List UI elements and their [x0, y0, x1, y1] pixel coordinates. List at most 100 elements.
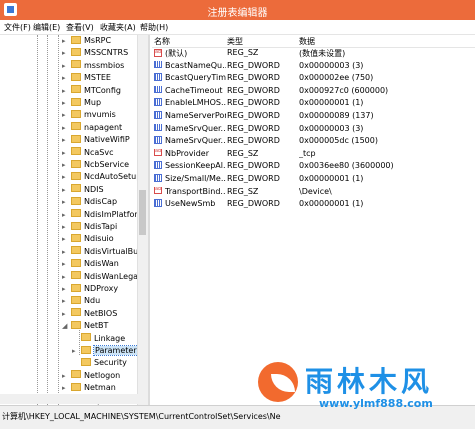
value-row[interactable]: EnableLMHOS... REG_DWORD 0x00000001 (1) — [152, 97, 475, 109]
tree-node[interactable]: ▸ NativeWifiP — [62, 134, 130, 147]
value-row[interactable]: CacheTimeout REG_DWORD 0x000927c0 (600000) — [152, 85, 475, 97]
value-row[interactable]: Size/Small/Me... REG_DWORD 0x00000001 (1) — [152, 173, 475, 185]
tree-node[interactable]: ▸ NdisCap — [62, 196, 117, 209]
value-name-cell: NbProvider — [154, 148, 226, 158]
tree-expander-icon[interactable]: ▸ — [62, 124, 71, 132]
pane-splitter[interactable] — [148, 35, 150, 405]
tree-node[interactable]: ▸ Netlogon — [62, 370, 120, 383]
tree-expander-icon[interactable]: ▸ — [62, 161, 71, 169]
registry-key-tree[interactable]: ▸ MsRPC ▸ MSSCNTRS ▸ mssmbios ▸ MSTEE ▸ MTConfig ▸… — [0, 35, 137, 405]
value-row[interactable]: NameSrvQuer... REG_DWORD 0x00000003 (3) — [152, 123, 475, 135]
folder-icon — [71, 134, 81, 143]
tree-node[interactable]: ▸ Parameters — [72, 345, 137, 358]
tree-node-label: NdisVirtualBus — [84, 246, 137, 256]
tree-expander-icon[interactable]: ▸ — [62, 297, 71, 305]
tree-expander-icon[interactable]: ▸ — [62, 273, 71, 281]
tree-expander-icon[interactable]: ▸ — [62, 285, 71, 293]
folder-icon — [71, 97, 81, 106]
tree-node[interactable]: ▸ Ndu — [62, 295, 100, 308]
value-name: UseNewSmb — [165, 199, 216, 209]
tree-expander-icon[interactable]: ▸ — [62, 37, 71, 45]
folder-icon — [71, 47, 81, 56]
tree-expander-icon[interactable]: ▸ — [62, 111, 71, 119]
tree-node[interactable]: ▸ MSTEE — [62, 72, 111, 85]
tree-node-label: NDProxy — [84, 284, 119, 293]
folder-icon — [71, 35, 81, 44]
tree-expander-icon[interactable]: ▸ — [62, 384, 71, 392]
tree-node[interactable]: ▸ MsRPC — [62, 35, 111, 48]
value-row[interactable]: NameSrvQuer... REG_DWORD 0x000005dc (1500) — [152, 135, 475, 147]
menu-help[interactable]: 帮助(H) — [140, 22, 168, 33]
value-row[interactable]: BcastNameQu... REG_DWORD 0x00000003 (3) — [152, 60, 475, 72]
tree-node[interactable]: ▸ Mup — [62, 97, 101, 110]
tree-node[interactable]: Security — [72, 357, 127, 370]
value-data: 0x000002ee (750) — [299, 73, 374, 83]
column-header-name[interactable]: 名称 — [154, 36, 170, 47]
menu-edit[interactable]: 编辑(E) — [33, 22, 60, 33]
folder-icon — [71, 159, 81, 168]
tree-node[interactable]: ▸ NdisImPlatform — [62, 209, 137, 222]
value-name-cell: Size/Small/Me... — [154, 174, 226, 183]
tree-expander-icon[interactable]: ▸ — [62, 372, 71, 380]
value-row[interactable]: BcastQueryTim...REG_DWORD 0x000002ee (750… — [152, 72, 475, 84]
tree-node[interactable]: ▸ mssmbios — [62, 60, 124, 73]
tree-node[interactable]: ▸ NdisWanLegacy — [62, 271, 137, 284]
tree-expander-icon[interactable]: ◢ — [62, 322, 71, 330]
value-type: REG_DWORD — [227, 161, 280, 171]
tree-node[interactable]: ▸ NetBIOS — [62, 308, 117, 321]
tree-expander-icon[interactable]: ▸ — [62, 198, 71, 206]
tree-expander-icon[interactable]: ▸ — [62, 260, 71, 268]
value-data: \Device\ — [299, 186, 332, 196]
tree-node[interactable]: ▸ NcbService — [62, 159, 129, 172]
tree-expander-icon[interactable]: ▸ — [62, 186, 71, 194]
tree-node[interactable]: ▸ NdisTapi — [62, 221, 117, 234]
tree-expander-icon[interactable]: ▸ — [62, 136, 71, 144]
tree-node[interactable]: ▸ MTConfig — [62, 85, 121, 98]
menu-file[interactable]: 文件(F) — [4, 22, 31, 33]
tree-node-label: NdisImPlatform — [84, 209, 137, 219]
menu-view[interactable]: 查看(V) — [66, 22, 94, 33]
tree-node[interactable]: ▸ NdisWan — [62, 258, 119, 271]
tree-node[interactable]: ▸ mvumis — [62, 109, 116, 122]
tree-expander-icon[interactable]: ▸ — [62, 223, 71, 231]
tree-expander-icon[interactable]: ▸ — [62, 49, 71, 57]
tree-expander-icon[interactable]: ▸ — [62, 87, 71, 95]
tree-node[interactable]: ▸ NdisVirtualBus — [62, 246, 137, 259]
tree-node[interactable]: ▸ NDProxy — [62, 283, 119, 296]
tree-node[interactable]: ▸ napagent — [62, 122, 122, 135]
binary-value-icon — [154, 98, 162, 106]
tree-node[interactable]: ▸ Ndisuio — [62, 233, 114, 246]
value-row[interactable]: (默认) REG_SZ (数值未设置) — [152, 47, 475, 59]
tree-expander-icon[interactable]: ▸ — [72, 347, 81, 355]
value-row[interactable]: NameServerPort REG_DWORD 0x00000089 (137) — [152, 110, 475, 122]
tree-horizontal-scrollbar[interactable] — [0, 394, 148, 404]
tree-expander-icon[interactable]: ▸ — [62, 248, 71, 256]
tree-node[interactable]: Linkage — [72, 333, 125, 346]
value-name-cell: EnableLMHOS... — [154, 98, 226, 107]
tree-node[interactable]: ▸ NcdAutoSetup — [62, 171, 137, 184]
tree-node[interactable]: ▸ NDIS — [62, 184, 104, 197]
tree-expander-icon[interactable]: ▸ — [62, 173, 71, 181]
menu-favorites[interactable]: 收藏夹(A) — [100, 22, 136, 33]
value-row[interactable]: UseNewSmb REG_DWORD 0x00000001 (1) — [152, 198, 475, 210]
tree-node-label: Ndisuio — [84, 234, 114, 244]
tree-expander-icon[interactable]: ▸ — [62, 211, 71, 219]
value-row[interactable]: TransportBind...REG_SZ \Device\ — [152, 186, 475, 198]
column-header-data[interactable]: 数据 — [299, 36, 315, 47]
tree-expander-icon[interactable]: ▸ — [62, 99, 71, 107]
tree-scrollbar-thumb[interactable] — [139, 190, 146, 235]
value-name-cell: NameSrvQuer... — [154, 136, 226, 145]
tree-expander-icon[interactable]: ▸ — [62, 149, 71, 157]
tree-expander-icon[interactable]: ▸ — [62, 74, 71, 82]
value-row[interactable]: SessionKeepAl... REG_DWORD 0x0036ee80 (360… — [152, 160, 475, 172]
tree-expander-icon[interactable]: ▸ — [62, 310, 71, 318]
tree-expander-icon[interactable]: ▸ — [62, 235, 71, 243]
value-row[interactable]: NbProvider REG_SZ _tcp — [152, 148, 475, 160]
tree-node[interactable]: ▸ NcaSvc — [62, 147, 114, 160]
column-header-type[interactable]: 类型 — [227, 36, 243, 47]
tree-expander-icon[interactable]: ▸ — [62, 62, 71, 70]
tree-node[interactable]: ▸ MSSCNTRS — [62, 47, 128, 60]
tree-node[interactable]: ◢ NetBT — [62, 320, 108, 333]
binary-value-icon — [154, 174, 162, 182]
tree-scrollbar[interactable] — [137, 35, 148, 405]
